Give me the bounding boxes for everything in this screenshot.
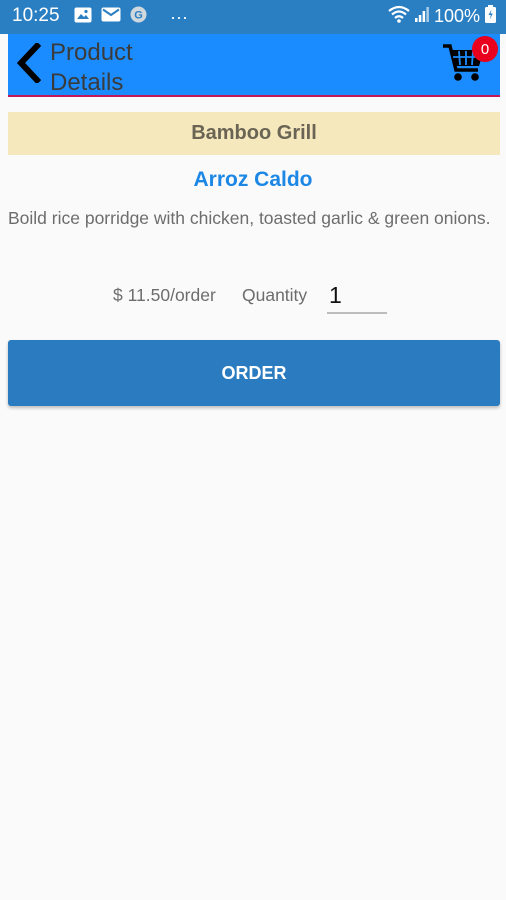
quantity-input[interactable] bbox=[327, 278, 387, 314]
svg-text:G: G bbox=[134, 10, 143, 22]
status-time: 10:25 bbox=[12, 5, 60, 26]
product-description: Boild rice porridge with chicken, toaste… bbox=[8, 208, 491, 228]
wifi-icon bbox=[388, 5, 410, 28]
order-button[interactable]: ORDER bbox=[8, 340, 500, 406]
app-bar: Product Details 0 bbox=[8, 34, 500, 97]
status-bar: 10:25 G ··· 100% bbox=[0, 0, 506, 34]
quantity-label: Quantity bbox=[242, 285, 308, 305]
cart-count-badge: 0 bbox=[472, 36, 498, 62]
battery-icon bbox=[485, 5, 496, 28]
back-button[interactable] bbox=[12, 41, 46, 88]
store-banner: Bamboo Grill bbox=[8, 112, 500, 155]
image-icon bbox=[74, 7, 92, 28]
cart-button[interactable]: 0 bbox=[442, 36, 498, 88]
g-icon: G bbox=[130, 6, 147, 28]
more-icon: ··· bbox=[170, 7, 188, 27]
order-row: $ 11.50/order Quantity bbox=[0, 278, 506, 318]
mail-icon bbox=[101, 7, 121, 27]
product-name: Arroz Caldo bbox=[193, 168, 313, 191]
price-text: $ 11.50/order bbox=[113, 285, 216, 305]
shopping-cart-icon bbox=[442, 44, 486, 88]
chevron-left-icon bbox=[16, 41, 42, 88]
page-title: Product Details bbox=[50, 39, 133, 96]
system-icons: 100% bbox=[388, 5, 496, 28]
store-name: Bamboo Grill bbox=[191, 122, 317, 144]
signal-icon bbox=[414, 6, 429, 27]
notification-icons: G ··· bbox=[74, 6, 188, 28]
battery-percent: 100% bbox=[433, 6, 480, 26]
